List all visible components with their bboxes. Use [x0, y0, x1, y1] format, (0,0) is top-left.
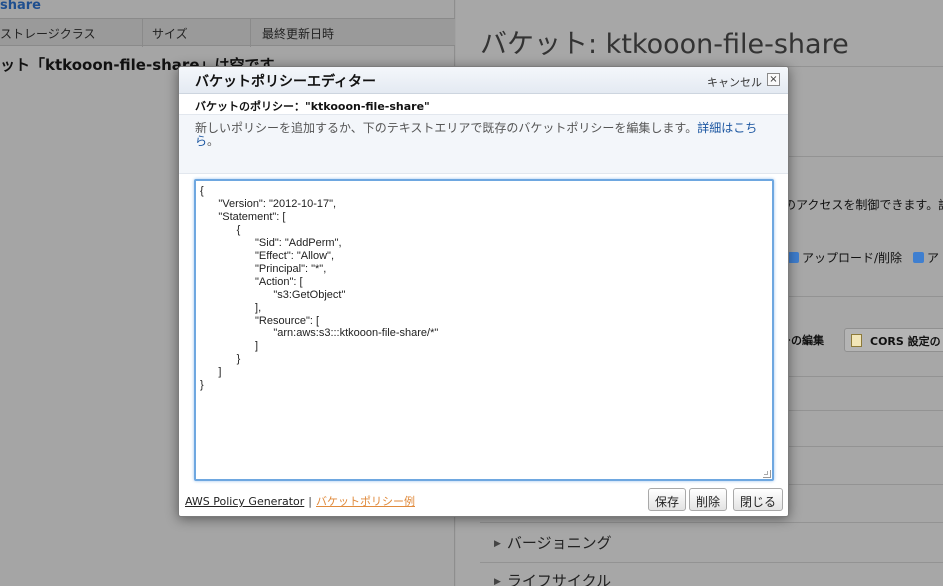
- checkbox-icon: [788, 252, 799, 263]
- dialog-header: バケットポリシーエディター キャンセル ×: [179, 67, 788, 94]
- close-icon[interactable]: ×: [767, 73, 780, 86]
- cors-button[interactable]: CORS 設定の: [844, 328, 943, 352]
- delete-button[interactable]: 削除: [689, 488, 728, 511]
- column-size[interactable]: サイズ: [152, 25, 188, 42]
- footer-links: AWS Policy Generator | バケットポリシー例: [185, 493, 415, 509]
- close-button[interactable]: 閉じる: [733, 488, 784, 511]
- permission-upload-delete[interactable]: アップロード/削除: [788, 249, 902, 266]
- table-header: ストレージクラス サイズ 最終更新日時: [0, 18, 455, 47]
- document-icon: [851, 334, 862, 347]
- access-description: のアクセスを制御できます。詳: [784, 198, 943, 212]
- save-button[interactable]: 保存: [648, 488, 687, 511]
- checkbox-icon: [913, 252, 924, 263]
- bucket-title: バケット: ktkooon-file-share: [480, 29, 849, 60]
- policy-generator-link[interactable]: AWS Policy Generator: [185, 495, 304, 508]
- description-box: 新しいポリシーを追加するか、下のテキストエリアで既存のバケットポリシーを編集しま…: [179, 114, 788, 174]
- policy-textarea[interactable]: { "Version": "2012-10-17", "Statement": …: [194, 179, 774, 481]
- bucket-policy-editor-dialog: バケットポリシーエディター キャンセル × バケットのポリシー："ktkooon…: [178, 66, 789, 517]
- cancel-link[interactable]: キャンセル: [707, 74, 762, 90]
- section-versioning[interactable]: ▶ バージョニング: [494, 532, 612, 553]
- policy-label: バケットのポリシー："ktkooon-file-share": [195, 100, 430, 113]
- dialog-title: バケットポリシーエディター: [195, 74, 377, 90]
- section-lifecycle[interactable]: ▶ ライフサイクル: [494, 570, 611, 586]
- policy-json-text[interactable]: { "Version": "2012-10-17", "Statement": …: [200, 185, 438, 392]
- link-separator: |: [308, 495, 312, 508]
- breadcrumb[interactable]: share: [0, 0, 41, 13]
- triangle-right-icon: ▶: [494, 539, 501, 549]
- triangle-right-icon: ▶: [494, 577, 501, 586]
- description-text: 新しいポリシーを追加するか、下のテキストエリアで既存のバケットポリシーを編集しま…: [195, 121, 758, 148]
- resize-grip-icon[interactable]: [763, 470, 771, 478]
- permission-next[interactable]: ア: [913, 249, 939, 266]
- policy-examples-link[interactable]: バケットポリシー例: [316, 495, 415, 508]
- column-storage-class[interactable]: ストレージクラス: [0, 25, 96, 42]
- column-last-modified[interactable]: 最終更新日時: [262, 25, 334, 42]
